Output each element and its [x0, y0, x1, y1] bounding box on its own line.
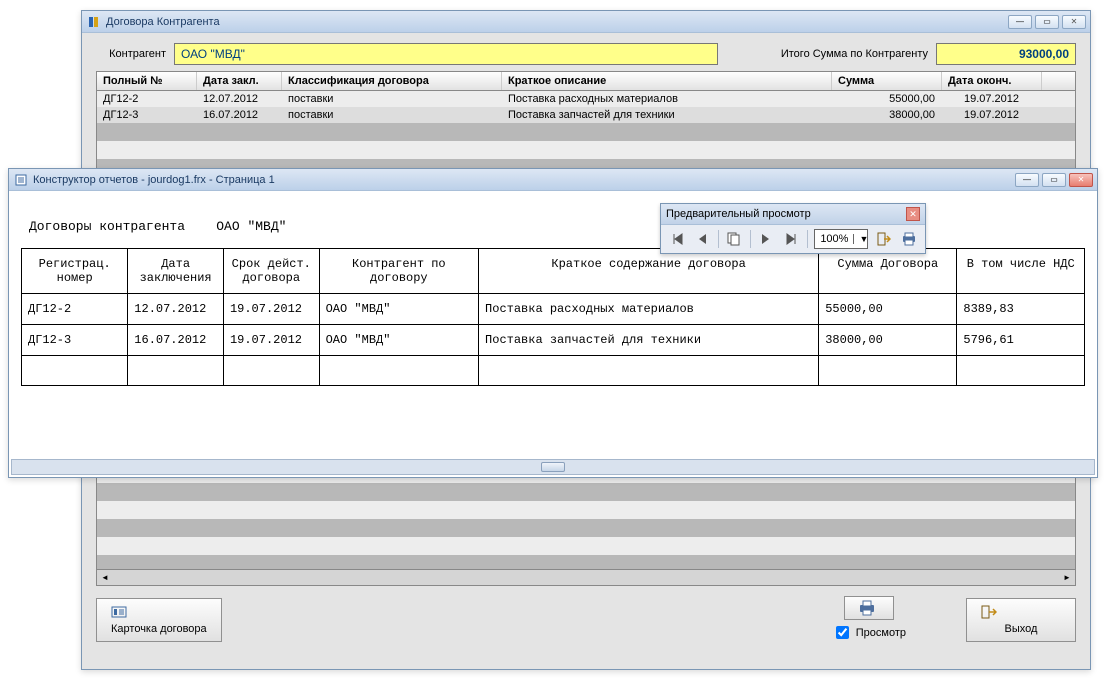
- rep-col-desc: Краткое содержание договора: [479, 249, 819, 294]
- kontragent-input[interactable]: ОАО "МВД": [174, 43, 718, 65]
- report-close-button[interactable]: ✕: [1069, 173, 1093, 187]
- rep-col-vat: В том числе НДС: [957, 249, 1085, 294]
- rep-col-term: Срок дейст. договора: [223, 249, 319, 294]
- report-row: ДГ12-3 16.07.2012 19.07.2012 ОАО "МВД" П…: [22, 325, 1085, 356]
- print-icon[interactable]: [900, 229, 919, 249]
- report-maximize-button[interactable]: ▭: [1042, 173, 1066, 187]
- grid-horizontal-scrollbar[interactable]: ◄ ►: [97, 569, 1075, 585]
- last-page-icon[interactable]: [782, 229, 801, 249]
- close-button[interactable]: ✕: [1062, 15, 1086, 29]
- printer-icon: [857, 600, 877, 616]
- exit-button[interactable]: Выход: [966, 598, 1076, 642]
- next-page-icon[interactable]: [757, 229, 776, 249]
- col-end[interactable]: Дата оконч.: [942, 72, 1042, 90]
- report-titlebar: Конструктор отчетов - jourdog1.frx - Стр…: [9, 169, 1097, 191]
- rep-col-kontragent: Контрагент по договору: [319, 249, 478, 294]
- report-title: Конструктор отчетов - jourdog1.frx - Стр…: [33, 174, 1015, 186]
- col-class[interactable]: Классификация договора: [282, 72, 502, 90]
- main-title: Договора Контрагента: [106, 16, 1008, 28]
- kontragent-label: Контрагент: [96, 48, 166, 60]
- maximize-button[interactable]: ▭: [1035, 15, 1059, 29]
- app-icon: [86, 14, 102, 30]
- total-label: Итого Сумма по Контрагенту: [748, 48, 928, 60]
- exit-icon: [981, 605, 1061, 621]
- print-button[interactable]: [844, 596, 894, 620]
- col-date[interactable]: Дата закл.: [197, 72, 282, 90]
- prev-page-icon[interactable]: [692, 229, 711, 249]
- card-button[interactable]: Карточка договора: [96, 598, 222, 642]
- toolbar-title: Предварительный просмотр: [666, 208, 811, 220]
- rep-col-reg: Регистрац. номер: [22, 249, 128, 294]
- first-page-icon[interactable]: [667, 229, 686, 249]
- scroll-right-icon[interactable]: ►: [1061, 572, 1073, 584]
- scrollbar-thumb[interactable]: [541, 462, 565, 472]
- total-value: 93000,00: [936, 43, 1076, 65]
- grid-row[interactable]: ДГ12-2 12.07.2012 поставки Поставка расх…: [97, 91, 1075, 107]
- report-icon: [13, 172, 29, 188]
- rep-col-date: Дата заключения: [128, 249, 224, 294]
- col-sum[interactable]: Сумма: [832, 72, 942, 90]
- preview-checkbox-input[interactable]: [836, 626, 849, 639]
- toolbar-close-button[interactable]: ✕: [906, 207, 920, 221]
- report-row: ДГ12-2 12.07.2012 19.07.2012 ОАО "МВД" П…: [22, 294, 1085, 325]
- preview-checkbox[interactable]: Просмотр: [832, 623, 906, 642]
- rep-col-sum: Сумма Договора: [819, 249, 957, 294]
- zoom-select[interactable]: 100% ▼: [814, 229, 868, 249]
- preview-toolbar[interactable]: Предварительный просмотр ✕ 100% ▼: [660, 203, 926, 254]
- dropdown-icon[interactable]: ▼: [853, 234, 867, 244]
- close-preview-icon[interactable]: [874, 229, 893, 249]
- main-titlebar: Договора Контрагента — ▭ ✕: [82, 11, 1090, 33]
- minimize-button[interactable]: —: [1008, 15, 1032, 29]
- col-desc[interactable]: Краткое описание: [502, 72, 832, 90]
- report-horizontal-scrollbar[interactable]: [11, 459, 1095, 475]
- report-row-blank: [22, 356, 1085, 386]
- card-icon: [111, 605, 207, 621]
- goto-page-icon[interactable]: [725, 229, 744, 249]
- report-heading: Договоры контрагента ОАО "МВД": [29, 219, 1085, 234]
- report-minimize-button[interactable]: —: [1015, 173, 1039, 187]
- report-table: Регистрац. номер Дата заключения Срок де…: [21, 248, 1085, 386]
- report-window: Конструктор отчетов - jourdog1.frx - Стр…: [8, 168, 1098, 478]
- scroll-left-icon[interactable]: ◄: [99, 572, 111, 584]
- col-no[interactable]: Полный №: [97, 72, 197, 90]
- grid-row[interactable]: ДГ12-3 16.07.2012 поставки Поставка запч…: [97, 107, 1075, 123]
